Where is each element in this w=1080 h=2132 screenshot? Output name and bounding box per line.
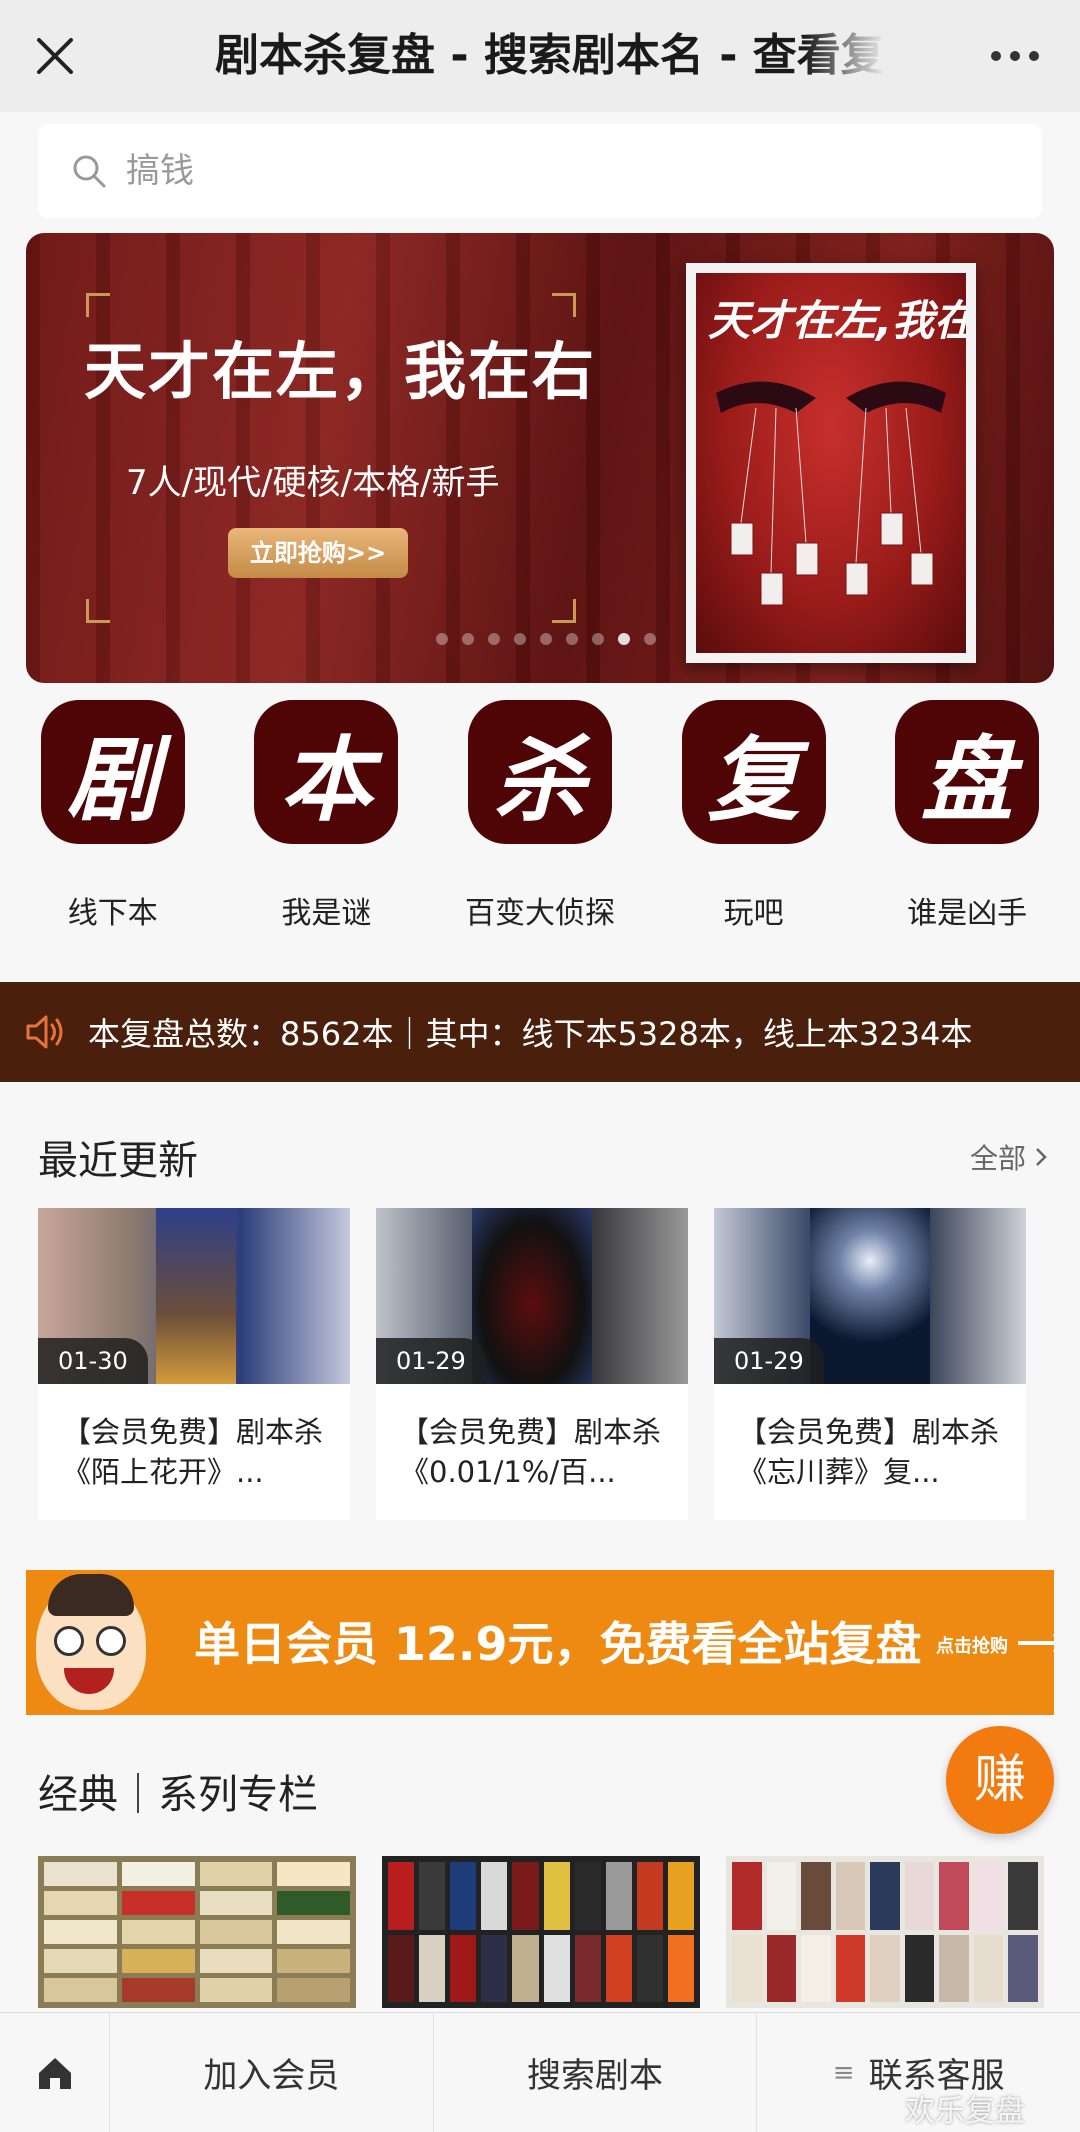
ad-cta: 点击抢购 [936, 1636, 1008, 1657]
speaker-icon [26, 1015, 63, 1049]
category-tile: 复 [681, 700, 826, 844]
chevron-right-icon [1036, 1148, 1047, 1166]
category-item[interactable]: 复 玩吧 [654, 700, 854, 960]
category-tile: 盘 [895, 700, 1040, 844]
nav-join-member[interactable]: 加入会员 [110, 2013, 434, 2132]
series-card[interactable] [38, 1856, 356, 2008]
category-item[interactable]: 盘 谁是凶手 [867, 700, 1067, 960]
category-item[interactable]: 杀 百变大侦探 [440, 700, 640, 960]
recent-list: 01-30 【会员免费】剧本杀《陌上花开》... 01-29 【会员免费】剧本杀… [38, 1208, 1080, 1520]
category-label: 谁是凶手 [907, 896, 1028, 931]
series-card[interactable] [726, 1856, 1044, 2008]
home-button[interactable] [0, 2013, 110, 2132]
category-label: 玩吧 [723, 896, 784, 931]
notice-bar: 本复盘总数：8562本｜其中：线下本5328本，线上本3234本 [0, 982, 1080, 1082]
watermark-text: 欢乐复盘 [905, 2094, 1025, 2129]
series-card[interactable] [382, 1856, 700, 2008]
card-title: 【会员免费】剧本杀《陌上花开》... [62, 1415, 324, 1489]
card-title: 【会员免费】剧本杀《忘川葬》复... [738, 1415, 1000, 1489]
banner-subtitle: 7人/现代/硬核/本格/新手 [126, 463, 500, 503]
category-tile: 剧 [40, 700, 185, 844]
watermark: 欢乐复盘 [905, 2086, 1025, 2130]
search-icon [73, 155, 106, 188]
banner-poster: 天才在左,我在右 [686, 263, 976, 663]
recent-card[interactable]: 01-29 【会员免费】剧本杀《忘川葬》复... [714, 1208, 1026, 1520]
title-bar: 剧本杀复盘 - 搜索剧本名 - 查看复盘 [0, 0, 1080, 112]
close-button[interactable] [0, 0, 110, 112]
category-grid: 剧 线下本 本 我是谜 杀 百变大侦探 复 玩吧 盘 谁是凶手 [0, 700, 1080, 960]
series-section-header: 经典｜系列专栏 [38, 1762, 1048, 1820]
membership-ad-banner[interactable]: 单日会员 12.9元，免费看全站复盘 点击抢购 [26, 1570, 1054, 1715]
close-icon [37, 38, 73, 74]
menu-icon: ≡ [832, 2057, 855, 2088]
recent-card[interactable]: 01-29 【会员免费】剧本杀《0.01/1%/百... [376, 1208, 688, 1520]
nav-label: 搜索剧本 [527, 2056, 663, 2096]
nav-label: 加入会员 [203, 2056, 340, 2096]
card-title: 【会员免费】剧本杀《0.01/1%/百... [400, 1415, 662, 1489]
arrow-icon [1018, 1634, 1054, 1652]
promo-banner[interactable]: 天才在左，我在右 7人/现代/硬核/本格/新手 立即抢购>> 天才在左,我在右 [26, 233, 1054, 683]
recent-section-header: 最近更新 全部 [38, 1128, 1048, 1186]
home-icon [38, 2057, 71, 2089]
carousel-indicator [436, 633, 656, 645]
card-thumbnail: 01-29 [376, 1208, 688, 1384]
notice-text: 本复盘总数：8562本｜其中：线下本5328本，线上本3234本 [88, 1015, 973, 1053]
banner-buy-button[interactable]: 立即抢购>> [228, 528, 408, 578]
card-date: 01-29 [714, 1338, 824, 1384]
more-icon [991, 51, 1039, 61]
category-tile: 杀 [467, 700, 612, 844]
category-label: 线下本 [67, 896, 158, 931]
category-item[interactable]: 本 我是谜 [226, 700, 426, 960]
category-tile: 本 [254, 700, 399, 844]
view-all-label: 全部 [969, 1142, 1026, 1175]
more-button[interactable] [980, 36, 1050, 76]
category-item[interactable]: 剧 线下本 [13, 700, 213, 960]
cartoon-face-illustration [36, 1574, 146, 1710]
recent-heading: 最近更新 [38, 1138, 198, 1184]
ad-text: 单日会员 12.9元，免费看全站复盘 [194, 1617, 922, 1671]
nav-search-script[interactable]: 搜索剧本 [434, 2013, 758, 2132]
recent-card[interactable]: 01-30 【会员免费】剧本杀《陌上花开》... [38, 1208, 350, 1520]
search-input[interactable] [126, 151, 926, 191]
page-title: 剧本杀复盘 - 搜索剧本名 - 查看复盘 [215, 30, 885, 81]
series-heading: 经典｜系列专栏 [38, 1772, 318, 1818]
poster-hands-illustration [716, 381, 946, 606]
earn-button[interactable]: 赚 [946, 1726, 1054, 1834]
card-thumbnail: 01-29 [714, 1208, 1026, 1384]
view-all-link[interactable]: 全部 [970, 1137, 1048, 1177]
card-date: 01-29 [376, 1338, 486, 1384]
category-label: 我是谜 [281, 896, 372, 931]
category-label: 百变大侦探 [464, 896, 615, 931]
banner-title: 天才在左，我在右 [84, 335, 597, 408]
card-date: 01-30 [38, 1338, 148, 1384]
card-thumbnail: 01-30 [38, 1208, 350, 1384]
series-list [38, 1856, 1080, 2008]
search-bar[interactable] [38, 124, 1042, 218]
